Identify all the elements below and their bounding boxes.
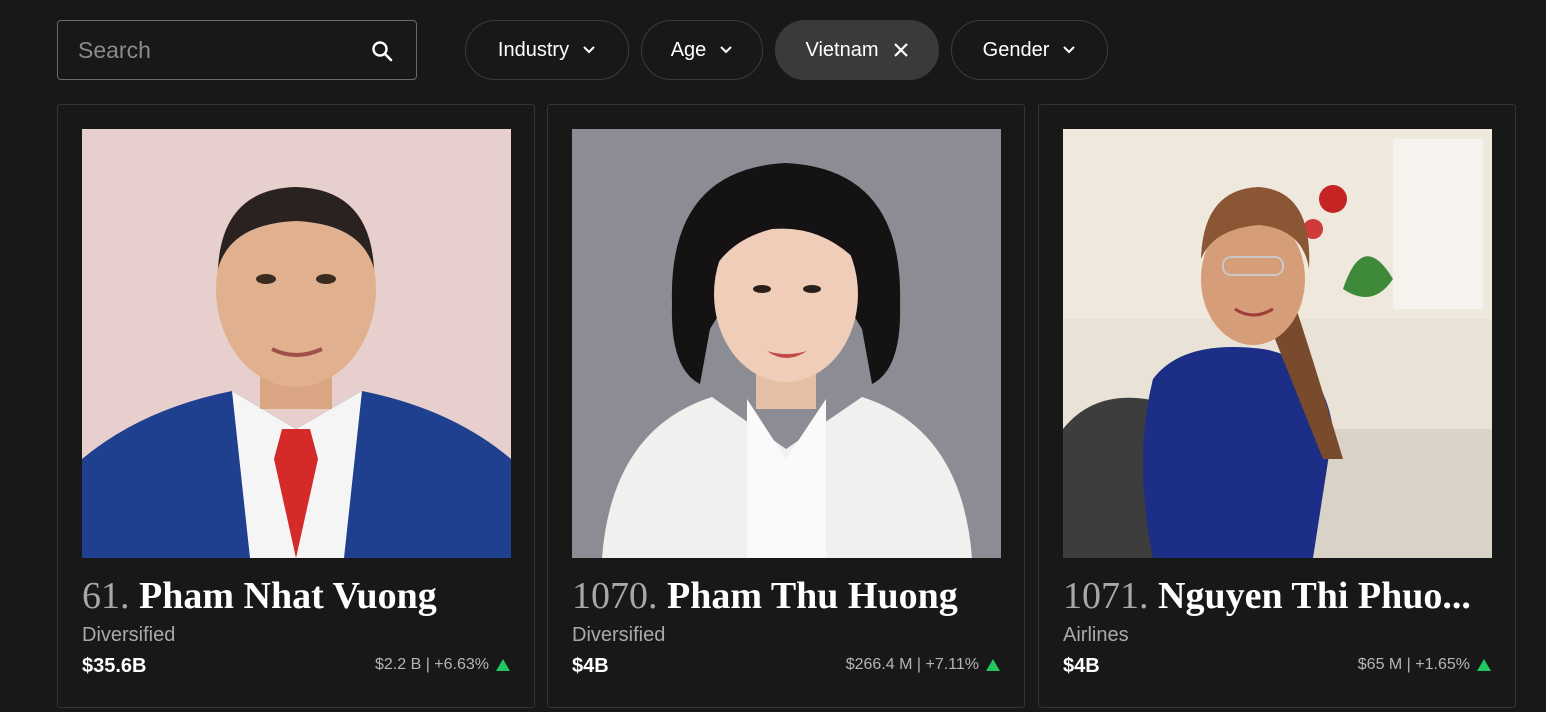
filter-bar: Industry Age Vietnam Gender [57, 20, 1546, 80]
card-title[interactable]: 1070. Pham Thu Huong [572, 572, 1004, 620]
change-text: $266.4 M | +7.11% [845, 656, 979, 673]
chevron-down-icon [583, 46, 595, 54]
search-icon[interactable] [370, 39, 394, 63]
chevron-down-icon [1063, 46, 1076, 54]
rank: 61. [82, 575, 130, 617]
trend-up-icon [496, 659, 510, 671]
change-text: $2.2 B | +6.63% [374, 656, 489, 673]
net-worth: $35.6B [82, 655, 147, 677]
billionaire-card[interactable]: 1071. Nguyen Thi Phuo... Airlines $4B $6… [1038, 104, 1516, 708]
daily-change: $65 M | +1.65% [1358, 656, 1491, 674]
daily-change: $2.2 B | +6.63% [375, 656, 510, 674]
profile-photo[interactable] [82, 129, 511, 558]
profile-photo[interactable] [1063, 129, 1492, 558]
industry-filter-label: Industry [497, 38, 570, 61]
age-filter[interactable]: Age [641, 20, 763, 80]
age-filter-label: Age [670, 38, 707, 61]
rank: 1071. [1063, 575, 1149, 617]
industry-label: Airlines [1063, 624, 1129, 646]
billionaire-card[interactable]: 61. Pham Nhat Vuong Diversified $35.6B $… [57, 104, 535, 708]
chevron-down-icon [720, 46, 733, 54]
gender-filter[interactable]: Gender [951, 20, 1108, 80]
change-text: $65 M | +1.65% [1357, 656, 1470, 673]
close-icon[interactable] [893, 42, 909, 58]
vietnam-filter-chip[interactable]: Vietnam [775, 20, 939, 80]
profile-photo[interactable] [572, 129, 1001, 558]
gender-filter-label: Gender [982, 38, 1050, 61]
industry-filter[interactable]: Industry [465, 20, 629, 80]
industry-label: Diversified [572, 624, 666, 646]
trend-up-icon [986, 659, 1000, 671]
search-input[interactable] [78, 21, 358, 79]
vietnam-filter-label: Vietnam [805, 38, 879, 61]
person-name[interactable]: Pham Thu Huong [667, 575, 958, 617]
card-title[interactable]: 1071. Nguyen Thi Phuo... [1063, 572, 1495, 620]
person-name[interactable]: Nguyen Thi Phuo... [1158, 575, 1471, 617]
net-worth: $4B [1063, 655, 1100, 677]
billionaire-card[interactable]: 1070. Pham Thu Huong Diversified $4B $26… [547, 104, 1025, 708]
industry-label: Diversified [82, 624, 176, 646]
daily-change: $266.4 M | +7.11% [846, 656, 1000, 674]
person-name[interactable]: Pham Nhat Vuong [139, 575, 437, 617]
card-title[interactable]: 61. Pham Nhat Vuong [82, 572, 514, 620]
net-worth: $4B [572, 655, 609, 677]
rank: 1070. [572, 575, 658, 617]
trend-up-icon [1477, 659, 1491, 671]
search-box[interactable] [57, 20, 417, 80]
